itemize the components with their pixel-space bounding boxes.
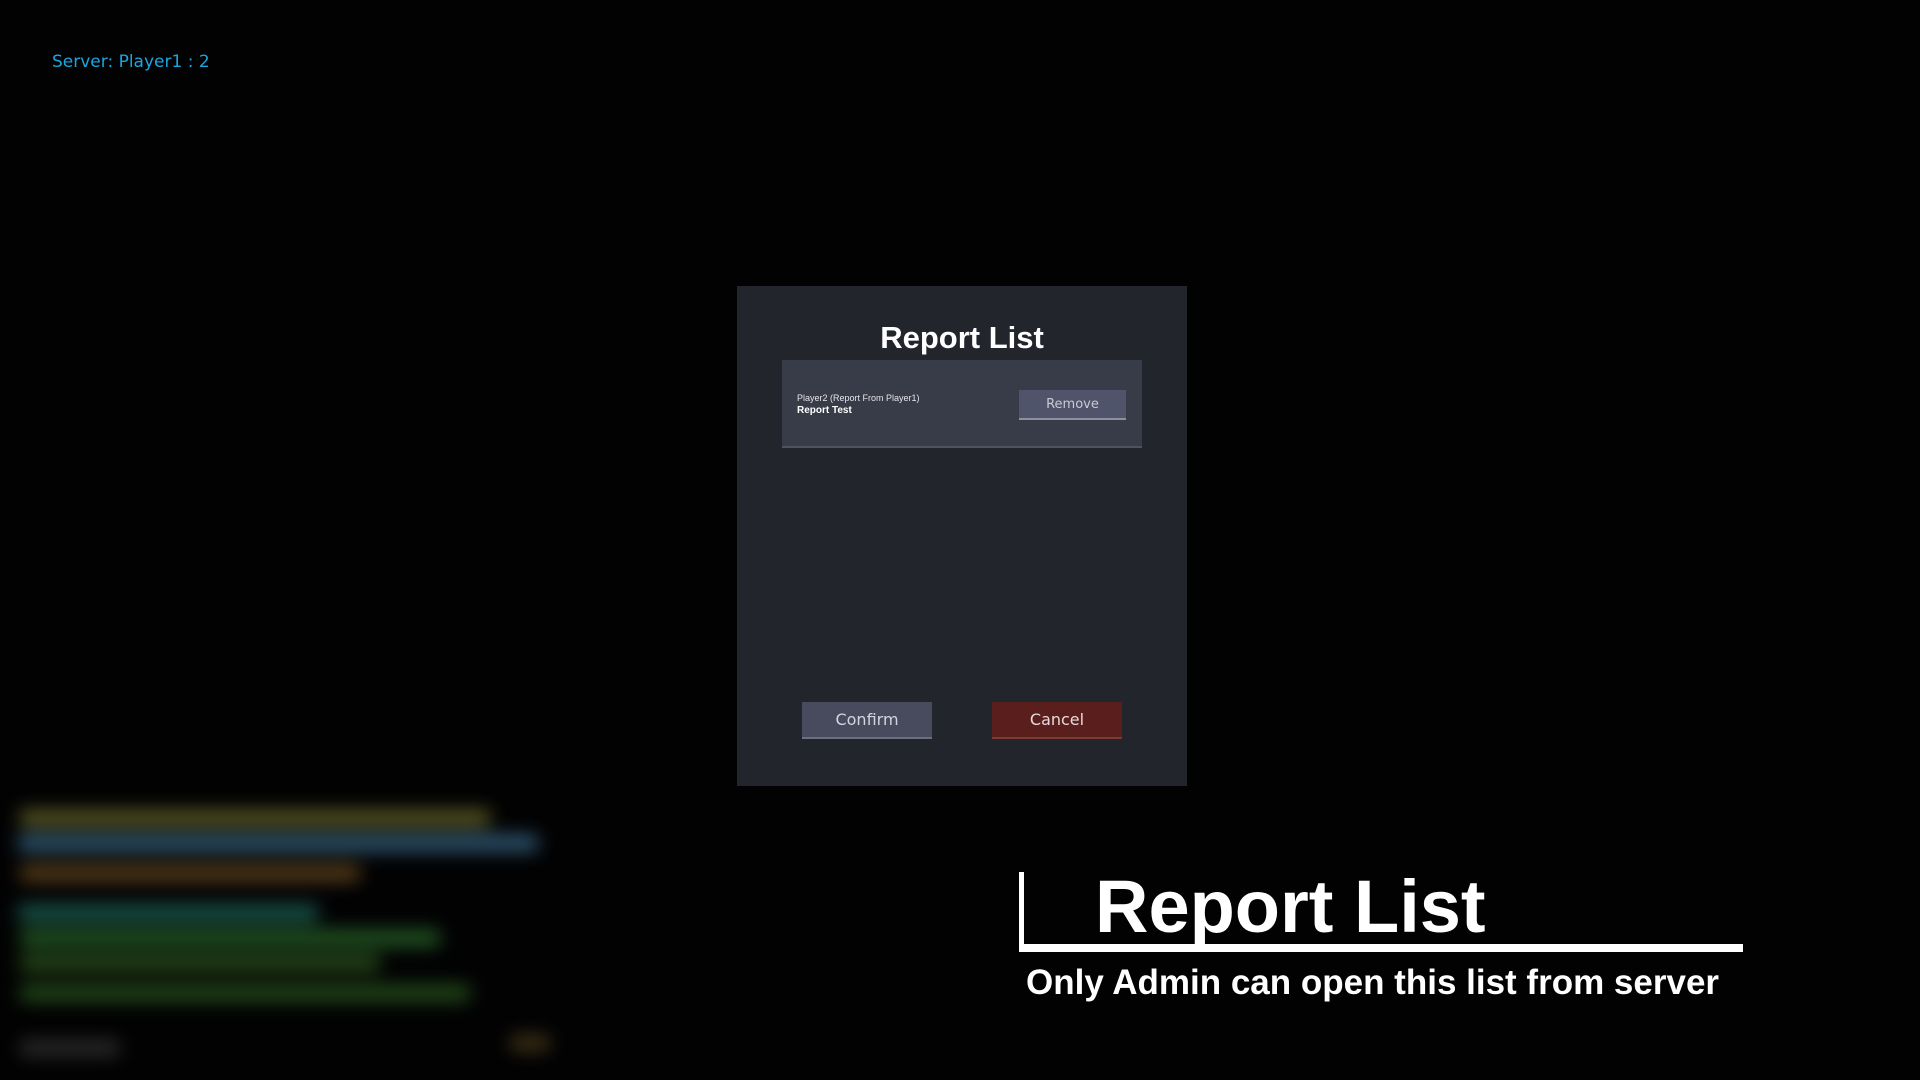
report-list-item: Player2 (Report From Player1) Report Tes… [782,360,1142,446]
game-screen: Server: Player1 : 2 Report List Player2 … [0,0,1920,1080]
caption-title: Report List [1095,865,1486,948]
caption-subtitle: Only Admin can open this list from serve… [1026,963,1720,1002]
dialog-title: Report List [880,320,1044,355]
caption-left-bar [1019,872,1024,952]
confirm-button[interactable]: Confirm [802,702,932,737]
report-message: Report Test [797,405,852,416]
blurred-chat-log [0,790,600,1080]
remove-button[interactable]: Remove [1019,390,1126,418]
server-status-label: Server: Player1 : 2 [52,52,210,72]
cancel-button[interactable]: Cancel [992,702,1122,737]
report-header: Player2 (Report From Player1) [797,393,920,403]
report-list-dialog: Report List Player2 (Report From Player1… [737,286,1187,786]
caption-frame: Report List [1019,865,1743,952]
